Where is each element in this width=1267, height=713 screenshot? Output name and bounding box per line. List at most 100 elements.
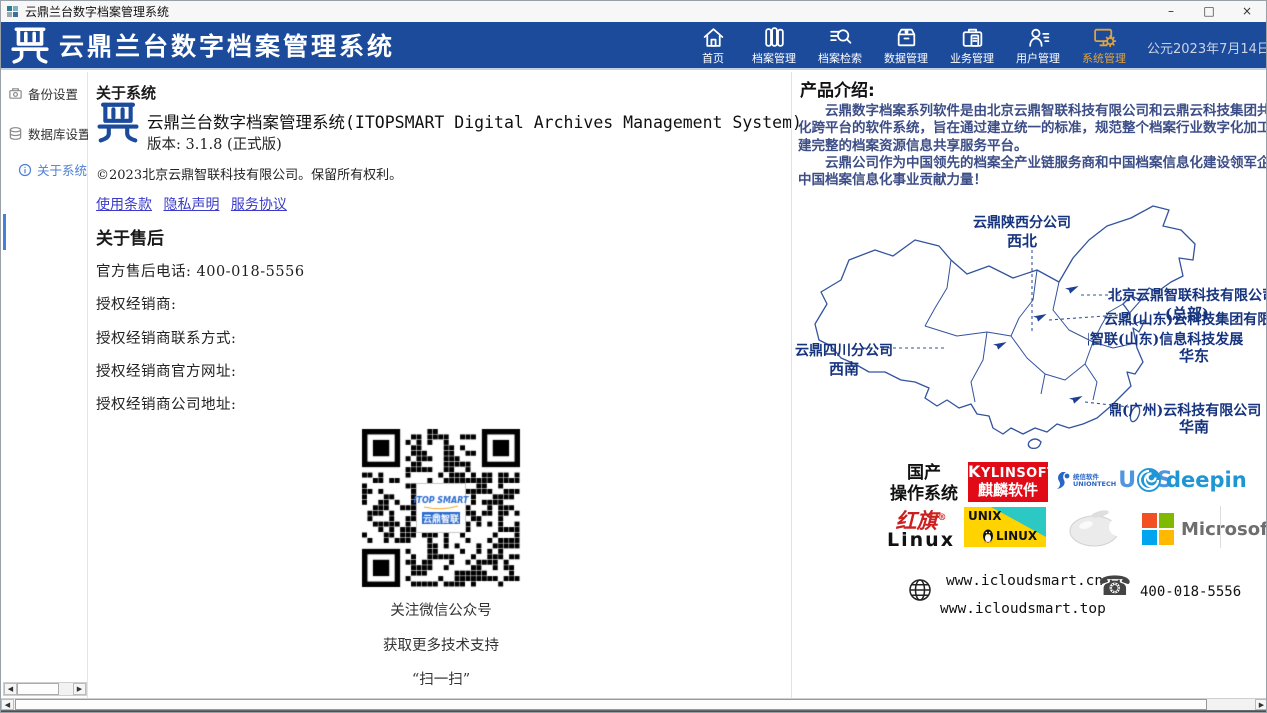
search-list-icon [828,25,853,50]
title-bar: 云鼎兰台数字档案管理系统 – □ × [1,1,1266,22]
user-list-icon [1026,25,1051,50]
nav-label: 系统管理 [1082,50,1126,66]
nav-item-home[interactable]: 首页 [685,24,741,68]
intro-line: 中国档案信息化事业贡献力量！ [798,172,1267,189]
deepin-wordmark: deepin [1166,468,1247,492]
telephone-icon: ☎ [1098,571,1132,602]
redflag-en: Linux [882,531,960,550]
tux-penguin-icon [982,528,994,543]
deepin-icon [1136,467,1162,493]
scrollbar-track[interactable] [14,699,1255,710]
briefcase-doc-icon [960,25,985,50]
app-window: 云鼎兰台数字档案管理系统 – □ × 云鼎兰台数字档案管理系统 首页 [0,0,1267,713]
info-icon [18,163,32,177]
product-logo-icon [95,99,141,145]
microsoft-wordmark: Microsoft [1181,519,1267,540]
archive-box-icon [894,25,919,50]
brand-title: 云鼎兰台数字档案管理系统 [59,27,395,63]
branch-region: 华东 [1162,347,1226,365]
sidebar-item-label: 备份设置 [28,84,78,103]
map-label-east-region: 华东 [1162,347,1226,365]
sidebar-item-about-system[interactable]: 关于系统 [1,160,88,179]
sidebar-item-label: 关于系统 [37,160,87,179]
home-icon [701,25,726,50]
privacy-link[interactable]: 隐私声明 [163,197,219,213]
nav-label: 数据管理 [884,50,928,66]
nav-item-user-management[interactable]: 用户管理 [1005,24,1071,68]
after-sales-dealer-contact: 授权经销商联系方式: [96,327,236,348]
scroll-left-arrow[interactable]: ◀ [4,683,17,695]
sidebar-item-label: 数据库设置 [28,124,91,143]
app-icon [6,5,20,19]
branch-region: 西北 [964,232,1080,250]
microsoft-squares-icon [1142,513,1174,545]
nav-item-archive-search[interactable]: 档案检索 [807,24,873,68]
map-label-east-company2: 云鼎智联(山东)信息科技发展 [1088,329,1267,349]
apple-logo [1056,505,1136,549]
main-horizontal-scrollbar: ◀ ▶ [1,698,1267,711]
branch-company: 云鼎(广州)云科技有限公司 [1110,400,1261,420]
linux-wordmark: LINUX [996,529,1037,543]
qr-caption-3: “扫一扫” [356,668,526,689]
sidebar-active-indicator [3,214,6,250]
sidebar-item-database-settings[interactable]: 数据库设置 [1,124,88,143]
brand: 云鼎兰台数字档案管理系统 [9,24,395,66]
scroll-right-arrow[interactable]: ▶ [1255,699,1267,710]
nav-label: 档案管理 [752,50,796,66]
scrollbar-track[interactable] [17,683,73,695]
scrollbar-thumb[interactable] [17,683,59,695]
uniontech-en: UNIONTECH [1073,481,1116,488]
branch-company: 云鼎四川分公司 [788,342,900,360]
terms-link[interactable]: 使用条款 [96,197,152,213]
scroll-right-arrow[interactable]: ▶ [73,683,86,695]
product-title: 云鼎兰台数字档案管理系统(ITOPSMART Digital Archives … [147,109,802,133]
after-sales-heading: 关于售后 [96,224,164,249]
uniontech-icon [1054,471,1071,490]
scroll-left-arrow[interactable]: ◀ [1,699,14,710]
deepin-logo: deepin [1136,467,1247,493]
after-sales-phone: 官方售后电话: 400-018-5556 [96,260,305,281]
product-intro-heading: 产品介绍: [800,76,875,101]
unix-linux-logo: UNIX LINUX [964,507,1046,547]
branch-company: 云鼎陕西分公司 [964,214,1080,232]
kylin-cn: 麒麟软件 [968,481,1048,499]
intro-line: 建完整的档案资源信息共享服务平台。 [798,138,1267,155]
nav-item-archive-management[interactable]: 档案管理 [741,24,807,68]
intro-line: 化跨平台的软件系统，旨在通过建立统一的标准，规范整个档案行业数字化加工和电子化管 [798,120,1267,137]
after-sales-dealer: 授权经销商: [96,293,176,314]
legal-links: 使用条款 隐私声明 服务协议 [96,194,294,214]
current-date: 公元2023年7月14日 星期五 [1147,38,1266,57]
redflag-linux-logo: 红旗® Linux [882,508,960,550]
kylin-en: YLINSOFT [981,466,1048,481]
nav-item-system-management[interactable]: 系统管理 [1071,24,1137,68]
map-label-south-region: 华南 [1162,418,1226,436]
service-agreement-link[interactable]: 服务协议 [231,197,287,213]
sidebar-horizontal-scrollbar: ◀ ▶ [3,682,87,696]
nav-item-business-management[interactable]: 业务管理 [939,24,1005,68]
product-intro-text: 云鼎数字档案系列软件是由北京云鼎智联科技有限公司和云鼎云科技集团共同开发的基 化… [798,103,1267,189]
nav-label: 用户管理 [1016,50,1060,66]
monitor-gear-icon [1092,25,1117,50]
product-intro-panel: 产品介绍: 云鼎数字档案系列软件是由北京云鼎智联科技有限公司和云鼎云科技集团共同… [791,72,1267,698]
sidebar-item-backup-settings[interactable]: 备份设置 [1,84,88,103]
intro-line: 云鼎公司作为中国领先的档案全产业链服务商和中国档案信息化建设领军企业愿与您一 [798,155,1267,172]
maximize-button[interactable]: □ [1190,1,1228,22]
close-button[interactable]: × [1228,1,1266,22]
archive-books-icon [762,25,787,50]
nav-label: 首页 [702,50,724,66]
branch-region: 西南 [788,360,900,378]
window-title: 云鼎兰台数字档案管理系统 [25,3,169,20]
branch-company: 云鼎智联(山东)信息科技发展 [1088,329,1243,349]
after-sales-dealer-address: 授权经销商公司地址: [96,393,236,414]
branch-company: 云鼎(山东)云科技集团有限公司 [1104,311,1267,329]
kylinsoft-logo: KYLINSOFT 麒麟软件 [968,462,1048,502]
nav-item-data-management[interactable]: 数据管理 [873,24,939,68]
backup-icon [8,86,23,101]
nav-label: 业务管理 [950,50,994,66]
about-panel: 关于系统 云鼎兰台数字档案管理系统(ITOPSMART Digital Arch… [88,72,791,682]
os-label-line1: 国产 [878,463,970,484]
minimize-button[interactable]: – [1152,1,1190,22]
sidebar: 备份设置 数据库设置 关于系统 [1,72,88,698]
hotline-number: 400-018-5556 [1140,584,1241,600]
scrollbar-thumb[interactable] [15,699,1207,710]
